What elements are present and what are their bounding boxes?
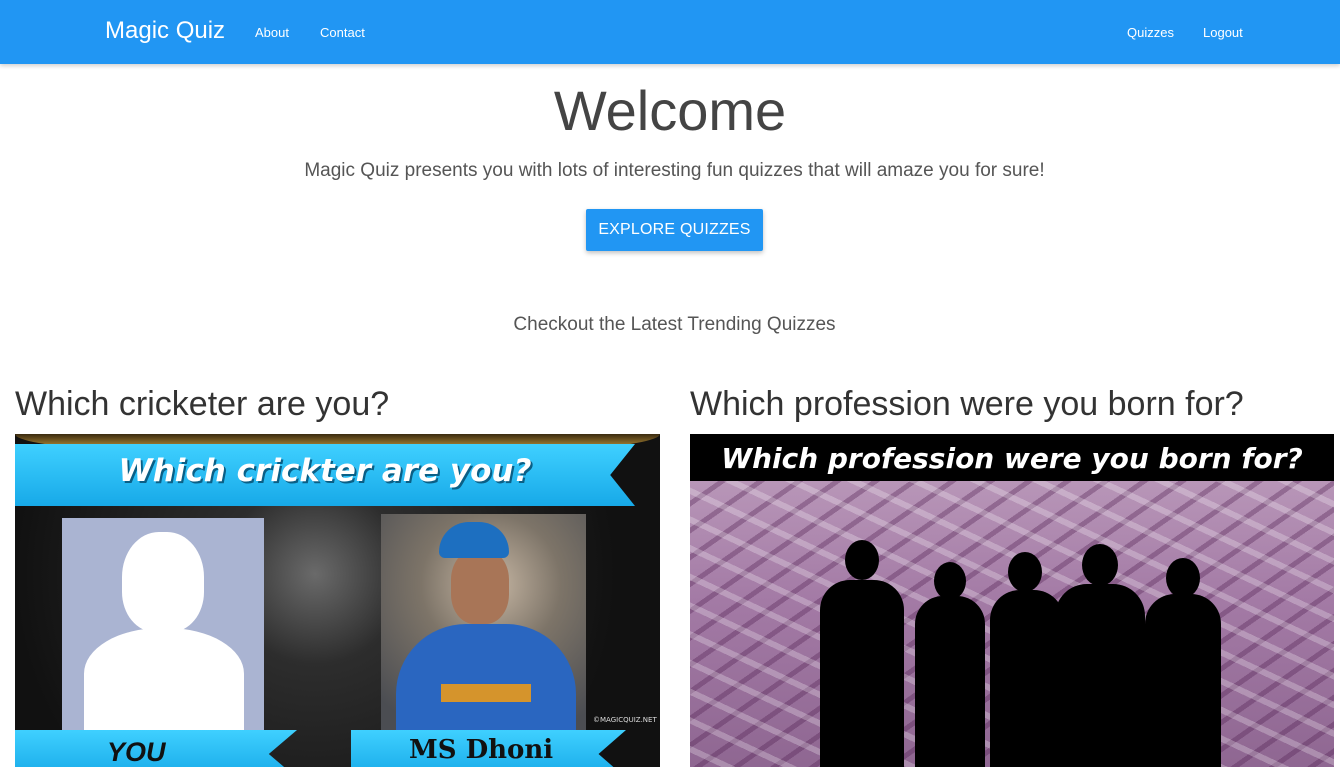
person-body xyxy=(915,596,985,767)
silhouette-body xyxy=(84,628,244,730)
brand-logo-link[interactable]: Magic Quiz xyxy=(105,17,225,45)
nav-link-about[interactable]: About xyxy=(255,25,289,40)
quiz-card-image-cricketer[interactable]: Which crickter are you? ©MAGICQUIZ.NET Y… xyxy=(15,434,660,767)
face-shape xyxy=(451,550,509,624)
nav-link-logout[interactable]: Logout xyxy=(1203,25,1243,40)
label-you: YOU xyxy=(107,737,166,767)
person-body xyxy=(990,590,1064,767)
jersey-stripe xyxy=(441,684,531,702)
quiz-card-title-cricketer[interactable]: Which cricketer are you? xyxy=(15,385,389,424)
person-body xyxy=(1145,594,1221,767)
banner-text: Which crickter are you? xyxy=(118,453,532,489)
explore-quizzes-button[interactable]: EXPLORE QUIZZES xyxy=(586,209,763,251)
person-head xyxy=(1166,558,1200,598)
page-title: Welcome xyxy=(553,79,787,142)
jersey-shape xyxy=(396,624,576,732)
silhouette-head xyxy=(122,532,204,632)
nav-link-contact[interactable]: Contact xyxy=(320,25,365,40)
watermark-text: ©MAGICQUIZ.NET xyxy=(593,716,657,724)
person-head xyxy=(845,540,879,580)
hero-tagline: Magic Quiz presents you with lots of int… xyxy=(304,160,1045,181)
cricketer-photo xyxy=(381,514,586,732)
silhouette-placeholder-image xyxy=(62,518,264,730)
trending-heading: Checkout the Latest Trending Quizzes xyxy=(513,314,836,335)
person-head xyxy=(934,562,966,600)
person-body xyxy=(1055,584,1145,767)
person-head xyxy=(1082,544,1118,586)
nav-link-quizzes[interactable]: Quizzes xyxy=(1127,25,1174,40)
quiz-card-image-profession[interactable]: Which profession were you born for? xyxy=(690,434,1334,767)
label-dhoni: MS Dhoni xyxy=(409,735,554,765)
navbar: Magic Quiz About Contact Quizzes Logout xyxy=(0,0,1340,64)
banner-text: Which profession were you born for? xyxy=(721,442,1303,475)
quiz-card-title-profession[interactable]: Which profession were you born for? xyxy=(690,385,1244,424)
person-head xyxy=(1008,552,1042,592)
person-body xyxy=(820,580,904,767)
